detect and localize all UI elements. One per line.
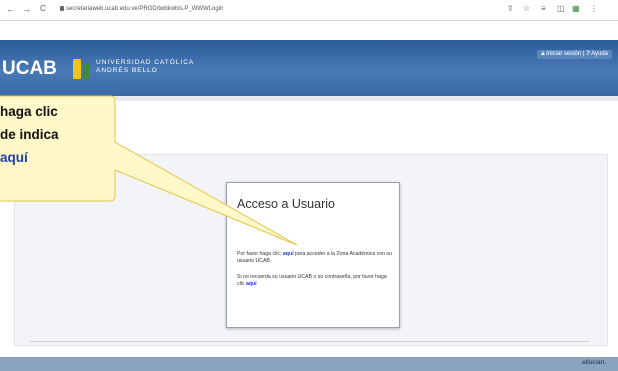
login-instructions: Por favor haga clic: aquí para acceder a… [237, 251, 392, 264]
callout-line2: de indica [0, 127, 59, 142]
browser-toolbar: ← → C secretariaweb.ucab.edu.ve/PROD/twb… [0, 0, 618, 21]
back-icon[interactable]: ← [6, 4, 15, 14]
share-icon[interactable]: ⇪ [507, 4, 514, 13]
ucab-logo[interactable]: UCAB [2, 58, 57, 80]
footer-brand: ellucian. [582, 359, 606, 366]
help-icon: ❓︎ [586, 51, 590, 57]
callout-line3: aquí [0, 150, 28, 165]
login-title: Acceso a Usuario [237, 197, 335, 211]
window-icon[interactable]: ◫ [557, 4, 565, 13]
header-links: 🔒︎ Iniciar sesión | ❓︎ Ayuda [537, 50, 612, 59]
help-link[interactable]: Ayuda [591, 51, 608, 57]
callout-text: haga clic de indica aquí [0, 100, 110, 169]
reload-icon[interactable]: C [40, 4, 46, 14]
password-recovery-text: Si no recuerda su usuario UCAB o su cont… [237, 274, 387, 287]
site-header [0, 40, 618, 96]
address-bar[interactable]: secretariaweb.ucab.edu.ve/PROD/twbkwbis.… [66, 6, 223, 12]
divider [30, 341, 590, 342]
academic-zone-link[interactable]: aquí [283, 251, 294, 257]
password-recovery-link[interactable]: aquí [246, 281, 257, 287]
footer-bar: ellucian. [0, 357, 618, 371]
forward-icon[interactable]: → [22, 4, 31, 14]
university-name: UNIVERSIDAD CATÓLICA [96, 59, 195, 66]
star-icon[interactable]: ☆ [523, 4, 530, 13]
lock-icon [60, 6, 64, 11]
torch-logo-icon [73, 59, 89, 79]
extension-icon[interactable]: ▦ [572, 4, 580, 13]
login-box: Acceso a Usuario Por favor haga clic: aq… [226, 182, 400, 328]
bookmark-icon[interactable]: ≡ [541, 4, 546, 13]
university-subname: ANDRÉS BELLO [96, 67, 158, 74]
menu-icon[interactable]: ⋮ [590, 4, 598, 13]
login-link[interactable]: Iniciar sesión [546, 51, 581, 57]
callout-line1: haga clic [0, 104, 58, 119]
lock-icon: 🔒︎ [541, 51, 545, 57]
